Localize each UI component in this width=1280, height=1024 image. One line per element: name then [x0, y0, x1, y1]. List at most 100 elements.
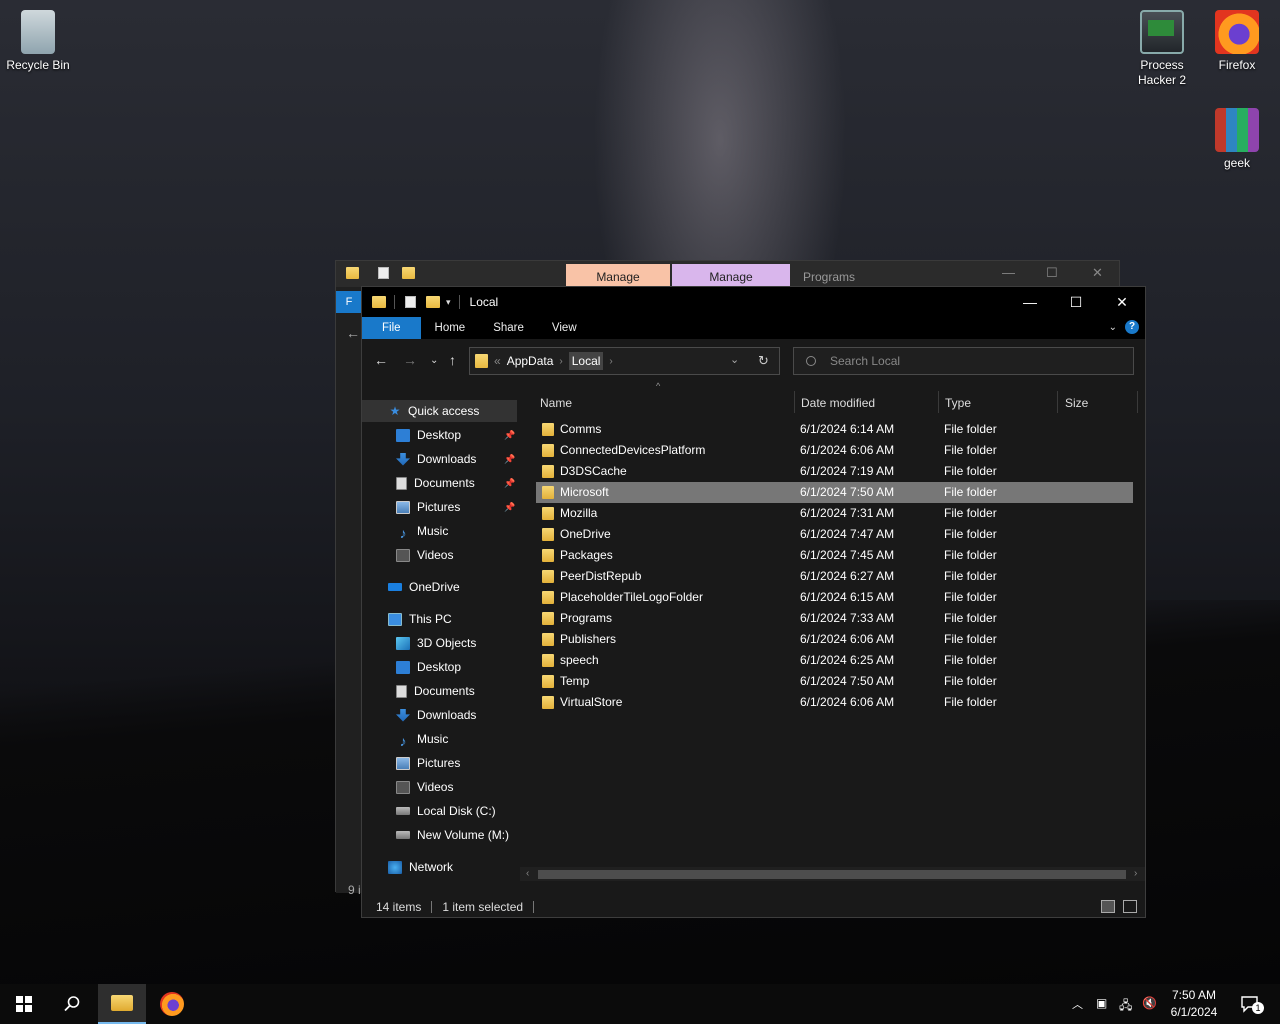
- nav-pc-pictures[interactable]: Pictures: [396, 752, 518, 774]
- search-box[interactable]: Search Local: [793, 347, 1134, 375]
- tab-share[interactable]: Share: [479, 317, 538, 339]
- column-header-date[interactable]: Date modified: [801, 391, 875, 415]
- forward-button[interactable]: →: [403, 352, 417, 368]
- chevron-right-icon[interactable]: ›: [559, 356, 562, 367]
- breadcrumb-overflow[interactable]: «: [494, 354, 501, 368]
- file-date: 6/1/2024 6:25 AM: [800, 653, 895, 667]
- nav-pc-music[interactable]: ♪ Music: [396, 728, 518, 750]
- desktop-icon-recycle-bin[interactable]: Recycle Bin: [0, 10, 76, 73]
- search-input[interactable]: Search Local: [830, 354, 900, 368]
- minimize-button[interactable]: —: [1007, 287, 1053, 317]
- column-header-type[interactable]: Type: [945, 391, 971, 415]
- maximize-button[interactable]: ☐: [1053, 287, 1099, 317]
- nav-quick-pictures[interactable]: Pictures 📌: [396, 496, 518, 518]
- chevron-right-icon[interactable]: ›: [609, 356, 612, 367]
- address-dropdown-icon[interactable]: ⌄: [730, 353, 739, 366]
- tab-home[interactable]: Home: [421, 317, 480, 339]
- window-titlebar[interactable]: ▾ Local — ☐ ✕: [362, 287, 1145, 317]
- file-row[interactable]: Packages 6/1/2024 7:45 AM File folder: [536, 545, 1133, 566]
- column-header-size[interactable]: Size: [1065, 391, 1088, 415]
- explorer-window[interactable]: ▾ Local — ☐ ✕ File Home Share View ⌄ ? ←…: [361, 286, 1146, 918]
- refresh-icon[interactable]: ↻: [758, 353, 769, 369]
- taskbar-file-explorer[interactable]: [98, 984, 146, 1024]
- nav-quick-downloads[interactable]: Downloads 📌: [396, 448, 518, 470]
- nav-pc-3d-objects[interactable]: 3D Objects: [396, 632, 518, 654]
- nav-quick-documents[interactable]: Documents 📌: [396, 472, 518, 494]
- file-row[interactable]: OneDrive 6/1/2024 7:47 AM File folder: [536, 524, 1133, 545]
- action-center-button[interactable]: 1: [1230, 984, 1270, 1024]
- scroll-left-icon[interactable]: ‹: [526, 867, 529, 881]
- up-button[interactable]: ↑: [449, 352, 456, 368]
- horizontal-scrollbar[interactable]: ‹ ›: [520, 867, 1145, 881]
- nav-quick-music[interactable]: ♪ Music: [396, 520, 518, 542]
- search-button[interactable]: [48, 984, 96, 1024]
- file-row[interactable]: Mozilla 6/1/2024 7:31 AM File folder: [536, 503, 1133, 524]
- nav-quick-desktop[interactable]: Desktop 📌: [396, 424, 518, 446]
- column-divider[interactable]: [1057, 391, 1058, 413]
- nav-pc-videos[interactable]: Videos: [396, 776, 518, 798]
- file-row[interactable]: Microsoft 6/1/2024 7:50 AM File folder: [536, 482, 1133, 503]
- nav-pc-new-volume[interactable]: New Volume (M:): [396, 824, 518, 846]
- column-divider[interactable]: [794, 391, 795, 413]
- file-row[interactable]: VirtualStore 6/1/2024 6:06 AM File folder: [536, 692, 1133, 713]
- minimize-icon[interactable]: —: [1002, 265, 1015, 280]
- address-bar[interactable]: « AppData › Local › ⌄ ↻: [469, 347, 780, 375]
- nav-quick-access[interactable]: ★ Quick access: [362, 400, 517, 422]
- expand-ribbon-icon[interactable]: ⌄: [1109, 322, 1117, 333]
- file-row[interactable]: Publishers 6/1/2024 6:06 AM File folder: [536, 629, 1133, 650]
- show-hidden-icons-chevron-up-icon[interactable]: ︿: [1072, 996, 1083, 1012]
- breadcrumb-local[interactable]: Local: [568, 352, 604, 370]
- nav-label: Pictures: [417, 756, 461, 770]
- background-window-titlebar[interactable]: Manage Manage Programs — ☐ ✕: [336, 261, 1119, 287]
- properties-icon[interactable]: [405, 296, 416, 308]
- nav-pc-local-disk[interactable]: Local Disk (C:): [396, 800, 518, 822]
- close-icon[interactable]: ✕: [1092, 265, 1103, 281]
- system-clock[interactable]: 7:50 AM 6/1/2024: [1162, 987, 1226, 1021]
- scrollbar-thumb[interactable]: [538, 870, 1126, 879]
- file-row[interactable]: Programs 6/1/2024 7:33 AM File folder: [536, 608, 1133, 629]
- customize-qat-icon[interactable]: ▾: [446, 297, 451, 308]
- tab-view[interactable]: View: [538, 317, 591, 339]
- nav-quick-videos[interactable]: Videos: [396, 544, 518, 566]
- volume-muted-icon[interactable]: 🔇: [1142, 996, 1157, 1010]
- file-row[interactable]: D3DSCache 6/1/2024 7:19 AM File folder: [536, 461, 1133, 482]
- nav-network[interactable]: Network: [388, 856, 518, 878]
- maximize-icon[interactable]: ☐: [1046, 265, 1058, 281]
- tab-manage-drive[interactable]: Manage: [566, 264, 670, 287]
- network-status-icon[interactable]: 🖧: [1119, 996, 1132, 1017]
- start-button[interactable]: [0, 984, 48, 1024]
- nav-this-pc[interactable]: This PC: [388, 608, 518, 630]
- scroll-right-icon[interactable]: ›: [1134, 867, 1137, 881]
- file-row[interactable]: PlaceholderTileLogoFolder 6/1/2024 6:15 A…: [536, 587, 1133, 608]
- nav-pc-documents[interactable]: Documents: [396, 680, 518, 702]
- help-icon[interactable]: ?: [1125, 320, 1139, 334]
- close-button[interactable]: ✕: [1099, 287, 1145, 317]
- details-view-icon[interactable]: [1101, 900, 1115, 913]
- file-row[interactable]: speech 6/1/2024 6:25 AM File folder: [536, 650, 1133, 671]
- back-arrow-icon[interactable]: ←: [346, 325, 360, 341]
- device-icon[interactable]: ▣: [1096, 996, 1107, 1010]
- column-divider[interactable]: [938, 391, 939, 413]
- breadcrumb-appdata[interactable]: AppData: [507, 354, 554, 368]
- nav-onedrive[interactable]: OneDrive: [388, 576, 518, 598]
- column-divider[interactable]: [1137, 391, 1138, 413]
- file-row[interactable]: ConnectedDevicesPlatform 6/1/2024 6:06 AM…: [536, 440, 1133, 461]
- desktop-icon-firefox[interactable]: Firefox: [1199, 10, 1275, 73]
- background-file-tab[interactable]: F: [336, 291, 362, 313]
- large-icons-view-icon[interactable]: [1123, 900, 1137, 913]
- file-row[interactable]: Comms 6/1/2024 6:14 AM File folder: [536, 419, 1133, 440]
- file-row[interactable]: PeerDistRepub 6/1/2024 6:27 AM File folder: [536, 566, 1133, 587]
- nav-pc-desktop[interactable]: Desktop: [396, 656, 518, 678]
- taskbar-firefox[interactable]: [148, 984, 196, 1024]
- column-header-name[interactable]: Name: [540, 391, 572, 415]
- desktop-icon-geek[interactable]: geek: [1199, 108, 1275, 171]
- recent-locations-icon[interactable]: ⌄: [430, 355, 438, 366]
- nav-label: 3D Objects: [417, 636, 477, 650]
- file-row[interactable]: Temp 6/1/2024 7:50 AM File folder: [536, 671, 1133, 692]
- tab-file[interactable]: File: [362, 317, 421, 339]
- desktop-icon-process-hacker[interactable]: Process Hacker 2: [1124, 10, 1200, 88]
- tab-manage-app[interactable]: Manage: [672, 264, 790, 287]
- nav-pc-downloads[interactable]: Downloads: [396, 704, 518, 726]
- new-folder-icon[interactable]: [426, 296, 440, 308]
- back-button[interactable]: ←: [374, 352, 388, 368]
